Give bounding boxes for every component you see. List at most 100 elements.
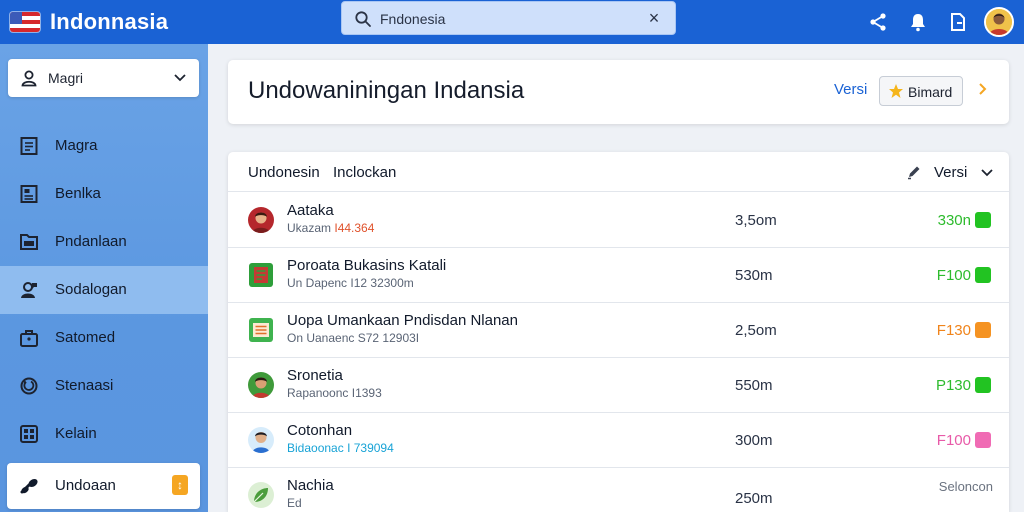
sidebar-item-label: Pndanlaan [55,233,127,250]
chevron-down-icon [174,74,186,82]
share-icon [870,13,886,31]
sidebar-item-pndanlaan[interactable]: Pndanlaan [0,218,208,266]
sidebar-item-benlka[interactable]: Benlka [0,170,208,218]
item-subtitle: Ed [287,496,302,510]
bimard-button[interactable]: Bimard [879,76,963,106]
list-document-icon [248,317,274,343]
item-subtitle: Ukazam I44.364 [287,221,375,235]
item-code: P130 [935,377,971,394]
clear-search-icon[interactable]: × [645,9,663,27]
app-title: Indonnasia [50,9,169,34]
item-duration: 300m [735,432,773,449]
item-title: Uopa Umankaan Pndisdan Nlanan [287,312,518,329]
sidebar-item-label: Stenaasi [55,377,114,394]
item-title: Sronetia [287,367,343,384]
item-duration: 550m [735,377,773,394]
item-subtitle: Un Dapenc I12 32300m [287,276,414,290]
sidebar-item-magra[interactable]: Magra [0,122,208,170]
briefcase-icon [20,330,38,347]
bell-icon [911,14,925,32]
status-indicator [975,267,991,283]
item-duration: 2,5om [735,322,777,339]
status-badge: ↕ [172,475,188,495]
item-subtitle: Bidaoonac I 739094 [287,441,394,455]
list-card: Undonesin Inclockan Versi Aataka Ukazam … [228,152,1009,512]
list-item[interactable]: Uopa Umankaan Pndisdan Nlanan On Uanaenc… [228,303,1009,358]
list-item[interactable]: Aataka Ukazam I44.364 3,5om 330n [228,193,1009,248]
user-chat-icon [21,282,37,298]
search-input[interactable] [380,8,630,30]
user-select-dropdown[interactable]: Magri [8,59,199,97]
documents-button[interactable] [938,4,978,40]
page-title: Undowaniningan Indansia [248,77,525,104]
list-header: Undonesin Inclockan Versi [228,152,1009,192]
item-code: F130 [936,322,971,339]
status-indicator [975,432,991,448]
item-title: Aataka [287,202,334,219]
refresh-icon [20,377,38,395]
sidebar-item-sodalogan[interactable]: Sodalogan [0,266,208,314]
item-code: 330n [937,212,971,229]
versi-dropdown[interactable]: Versi [934,164,967,181]
green-document-icon [248,262,274,288]
list-item[interactable]: Nachia Ed 250m Seloncon [228,468,1009,512]
grid-icon [20,425,38,443]
header-card: Undowaniningan Indansia Versi Bimard [228,60,1009,124]
item-title: Cotonhan [287,422,353,439]
item-duration: 3,5om [735,212,777,229]
star-icon [889,84,903,98]
sidebar-item-undoaan[interactable]: Undoaan ↕ [7,463,200,509]
avatar [248,207,274,233]
top-bar: Indonnasia × [0,0,1024,44]
item-title: Nachia [287,477,334,494]
document-icon [951,13,965,31]
note-icon [20,185,38,203]
avatar [248,427,274,453]
sidebar-item-label: Undoaan [55,477,116,494]
versi-link[interactable]: Versi [834,81,867,98]
list-item[interactable]: Sronetia Rapanoonc I1393 550m P130 [228,358,1009,413]
list-item[interactable]: Poroata Bukasins Katali Un Dapenc I12 32… [228,248,1009,303]
search-bar[interactable]: × [341,1,676,35]
bimard-button-label: Bimard [908,84,953,100]
status-indicator [975,212,991,228]
document-list-icon [20,137,38,155]
user-icon [21,70,37,87]
sidebar-item-label: Magra [55,137,98,154]
item-subtitle: Rapanoonc I1393 [287,386,382,400]
sidebar-item-label: Satomed [55,329,116,346]
status-indicator [975,322,991,338]
person-avatar-icon [986,9,1012,35]
share-button[interactable] [858,4,898,40]
item-status: Seloncon [938,479,993,494]
user-select-label: Magri [48,70,84,86]
folder-icon [20,234,38,250]
sidebar-nav: Magra Benlka Pndanlaan Sodalogan Satomed… [0,122,208,458]
sidebar-item-satomed[interactable]: Satomed [0,314,208,362]
user-avatar[interactable] [984,7,1014,37]
flag-icon [10,12,40,32]
item-duration: 530m [735,267,773,284]
sidebar-item-kelain[interactable]: Kelain [0,410,208,458]
search-icon [355,11,371,27]
item-duration: 250m [735,490,773,507]
chevron-down-icon[interactable] [980,165,994,179]
sidebar-item-label: Sodalogan [55,281,127,298]
sidebar-item-stenaasi[interactable]: Stenaasi [0,362,208,410]
avatar [248,372,274,398]
pencil-icon[interactable] [906,164,922,180]
list-item[interactable]: Cotonhan Bidaoonac I 739094 300m F100 [228,413,1009,468]
status-indicator [975,377,991,393]
item-title: Poroata Bukasins Katali [287,257,447,274]
chevron-right-icon[interactable] [976,82,990,96]
notifications-button[interactable] [898,4,938,40]
brand[interactable]: Indonnasia [10,6,168,38]
sidebar: Magri Magra Benlka Pndanlaan Sodalogan S… [0,44,208,512]
top-actions [858,4,1014,40]
column-header[interactable]: Undonesin [248,164,320,181]
link-icon [20,478,38,494]
sidebar-item-label: Kelain [55,425,97,442]
item-subtitle: On Uanaenc S72 12903I [287,331,420,345]
leaf-icon [248,482,274,508]
column-header[interactable]: Inclockan [333,164,396,181]
